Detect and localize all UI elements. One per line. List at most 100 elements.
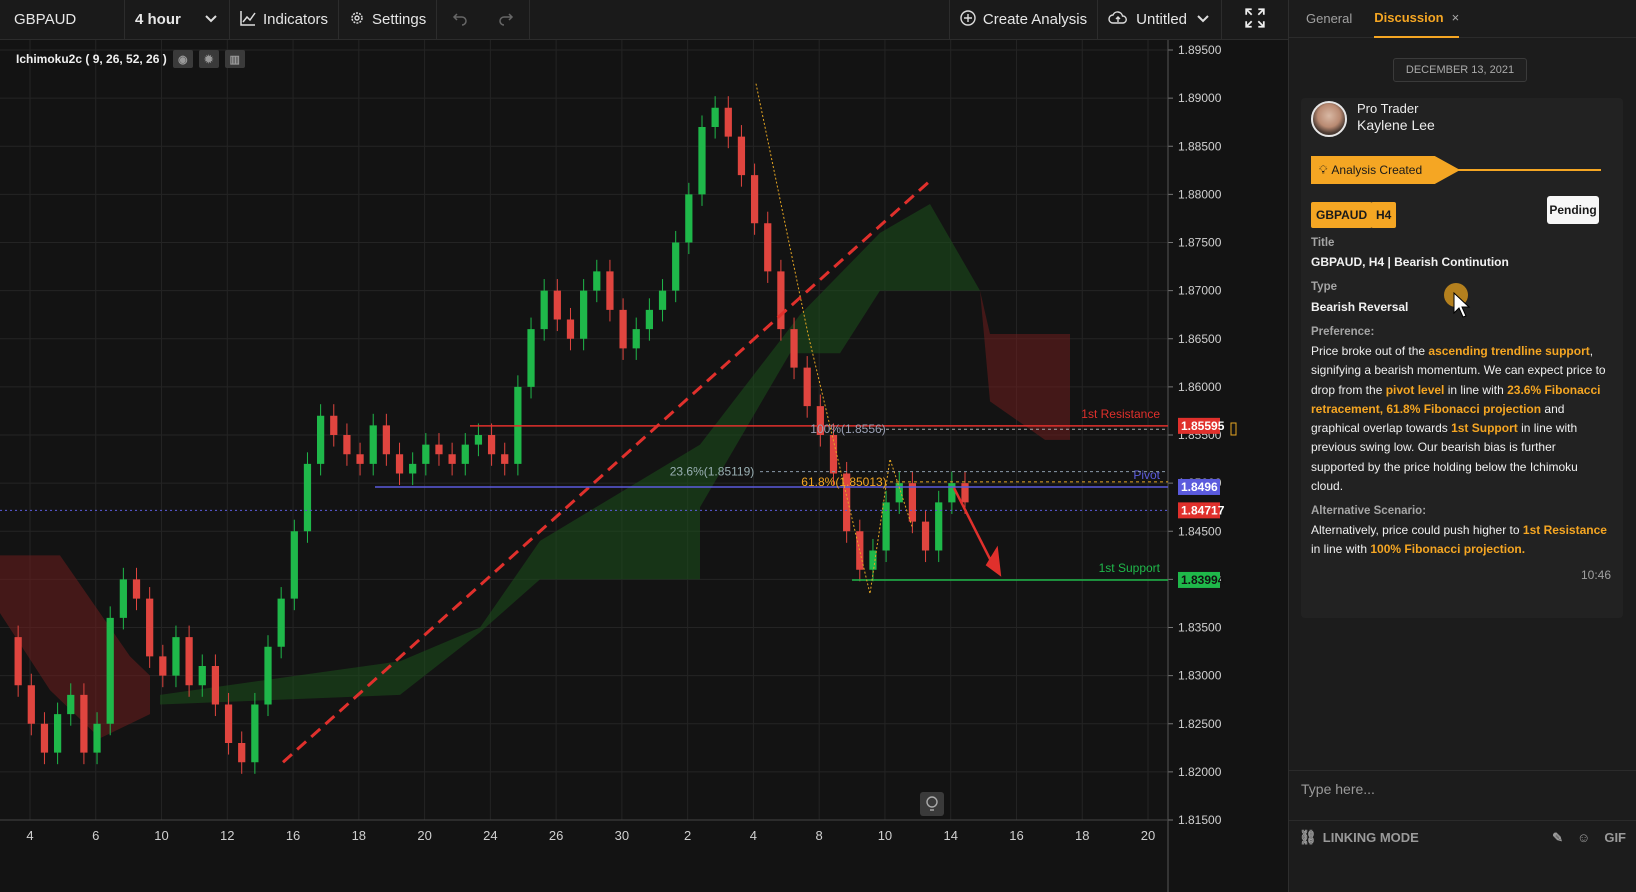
create-analysis-button[interactable]: Create Analysis [950, 0, 1097, 40]
symbol-selector[interactable]: GBPAUD [0, 0, 124, 40]
fullscreen-button[interactable] [1222, 0, 1288, 40]
candle-body [80, 694, 88, 753]
candle-body [211, 666, 220, 705]
chevron-down-icon [1195, 10, 1211, 30]
candle-body [790, 329, 798, 368]
candle-body [53, 714, 62, 753]
message-input[interactable]: Type here... [1289, 770, 1636, 806]
status-label: Pending [1549, 203, 1597, 217]
trash-icon[interactable]: ▥ [224, 50, 245, 68]
eye-icon[interactable]: ◉ [172, 50, 193, 68]
ichimoku-cloud-bear [980, 290, 1070, 440]
candle-body [803, 367, 811, 407]
candle-body [553, 290, 561, 320]
candle-body [356, 454, 364, 464]
tab-general-label: General [1306, 11, 1353, 26]
emoji-icon[interactable]: ☺ [1577, 830, 1590, 845]
date-tick-label: 4 [750, 828, 757, 843]
candle-body [961, 483, 969, 503]
candle-body [198, 666, 206, 686]
timeframe-selector[interactable]: 4 hour [125, 0, 229, 40]
candle-body [369, 425, 377, 464]
tab-discussion[interactable]: Discussion × [1374, 0, 1460, 38]
analysis-title: GBPAUD, H4 | Bearish Continution [1311, 255, 1509, 269]
pivot-label: Pivot [1133, 468, 1160, 482]
date-tick-label: 10 [878, 828, 892, 843]
tag-symbol: GBPAUD [1311, 202, 1373, 228]
date-tick-label: 14 [943, 828, 957, 843]
linking-mode-label[interactable]: LINKING MODE [1323, 830, 1419, 845]
candle-body [172, 637, 180, 676]
candle-body [724, 107, 732, 137]
candle-body [501, 454, 509, 464]
chevron-down-icon [203, 10, 219, 30]
price-tick-label: 1.87500 [1178, 236, 1222, 250]
candle-body [159, 656, 167, 676]
panel-footer: ⛓︎ LINKING MODE ✎ ☺ GIF [1289, 820, 1636, 854]
analysis-created-label: Analysis Created [1331, 163, 1423, 177]
status-badge[interactable]: Pending [1547, 196, 1599, 224]
candle-body [764, 223, 772, 272]
banner-line [1431, 169, 1601, 171]
date-tick-label: 16 [286, 828, 300, 843]
candle-body [882, 502, 890, 551]
candle-body [895, 483, 903, 503]
date-tick-label: 2 [684, 828, 691, 843]
candle-body [395, 454, 404, 474]
mouse-cursor-icon [1453, 292, 1471, 318]
price-chart[interactable]: 1.89500 1.89000 1.88500 1.88000 1.87500 1.870… [0, 40, 1288, 892]
price-tick-label: 1.86000 [1178, 380, 1222, 394]
settings-label: Settings [372, 11, 427, 28]
candle-body [698, 127, 706, 195]
app-root: GBPAUD 4 hour Indicators Settings Create… [0, 0, 1636, 892]
candle-body [750, 175, 759, 224]
candle-body [40, 723, 49, 753]
gif-button[interactable]: GIF [1604, 830, 1626, 845]
chart-canvas[interactable]: 1.89500 1.89000 1.88500 1.88000 1.87500 1.870… [0, 40, 1288, 892]
date-label: DECEMBER 13, 2021 [1405, 64, 1515, 76]
price-tick-label: 1.82000 [1178, 765, 1222, 779]
undo-button[interactable] [437, 0, 483, 40]
analysis-type: Bearish Reversal [1311, 300, 1409, 314]
tab-general[interactable]: General [1306, 0, 1352, 38]
fib-236-label: 23.6%(1.85119) [670, 465, 755, 479]
discussion-panel: General Discussion × DECEMBER 13, 2021 Pr… [1288, 0, 1636, 892]
candle-body [251, 704, 259, 763]
candle-body [606, 271, 614, 310]
author-info: Pro Trader Kaylene Lee [1357, 101, 1435, 133]
layout-selector[interactable]: Untitled [1098, 0, 1221, 40]
date-tick-label: 4 [26, 828, 33, 843]
analysis-card: Pro Trader Kaylene Lee 💡︎ Analysis Creat… [1301, 98, 1623, 618]
redo-button[interactable] [483, 0, 529, 40]
candle-body [106, 617, 114, 724]
price-tick-label: 1.89000 [1178, 91, 1222, 105]
settings-button[interactable]: Settings [339, 0, 436, 40]
layout-name: Untitled [1136, 11, 1187, 28]
alternative-text: Alternatively, price could push higher t… [1311, 523, 1607, 557]
lightbulb-icon: 💡︎ [1319, 162, 1328, 177]
price-tick-label: 1.88500 [1178, 139, 1222, 153]
link-icon[interactable]: ⛓︎ [1299, 829, 1317, 846]
gear-icon [349, 10, 365, 30]
indicators-button[interactable]: Indicators [230, 0, 338, 40]
support-label: 1st Support [1099, 561, 1161, 575]
close-icon[interactable]: × [1452, 10, 1460, 25]
date-tick-label: 10 [154, 828, 168, 843]
arrow-head-icon [985, 545, 1002, 577]
price-tick-label: 1.83500 [1178, 621, 1222, 635]
candle-body [422, 444, 430, 464]
candle-body [566, 319, 575, 339]
gear-icon[interactable]: ✹ [198, 50, 219, 68]
date-tick-label: 26 [549, 828, 563, 843]
attachment-icon[interactable]: ✎ [1552, 830, 1563, 846]
tab-discussion-label: Discussion [1374, 10, 1444, 25]
candle-body [146, 598, 154, 657]
tag-symbol-label: GBPAUD [1316, 208, 1368, 222]
message-time: 10:46 [1580, 568, 1611, 582]
price-tick-label: 1.83000 [1178, 669, 1222, 683]
date-tick-label: 18 [1075, 828, 1089, 843]
candle-body [685, 194, 693, 243]
fullscreen-icon [1244, 7, 1266, 33]
date-tick-label: 16 [1009, 828, 1023, 843]
tag-timeframe-label: H4 [1376, 208, 1392, 222]
